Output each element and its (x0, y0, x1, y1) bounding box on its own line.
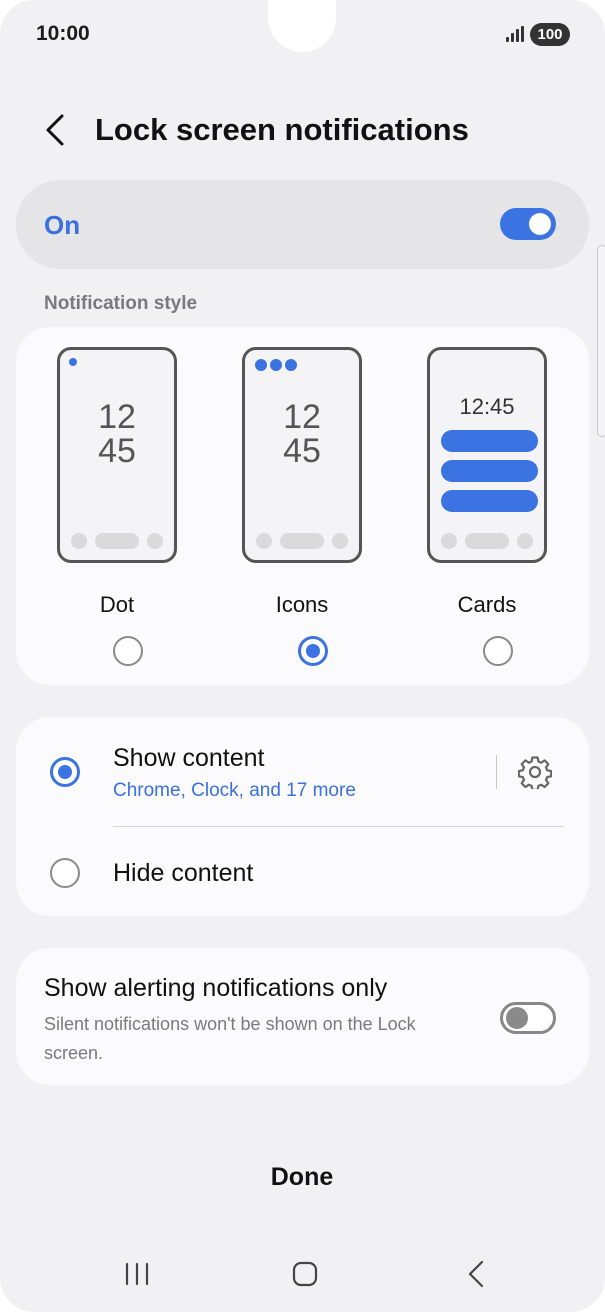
home-icon[interactable] (290, 1260, 320, 1288)
preview-clock: 12 45 (98, 398, 136, 470)
icons-preview: 12 45 (242, 347, 362, 563)
nav-back-icon[interactable] (462, 1260, 492, 1288)
notification-card-bar (441, 460, 538, 482)
show-content-radio[interactable] (50, 757, 80, 787)
notification-icons-icon (255, 358, 300, 376)
style-icons-radio[interactable] (298, 636, 328, 666)
preview-clock: 12 45 (283, 398, 321, 470)
show-content-label[interactable]: Show content (113, 744, 265, 773)
master-toggle-row[interactable]: On (16, 180, 589, 269)
gear-icon[interactable] (518, 755, 552, 789)
master-toggle-label: On (44, 210, 81, 240)
camera-notch (268, 0, 336, 52)
style-option-dot[interactable]: 12 45 Dot (27, 327, 207, 685)
switch-knob (529, 213, 551, 235)
notification-card-bar (441, 430, 538, 452)
show-content-apps: Chrome, Clock, and 17 more (113, 780, 356, 801)
row-divider (113, 826, 564, 827)
back-icon[interactable] (42, 112, 74, 148)
done-button[interactable]: Done (202, 1155, 402, 1199)
master-toggle-switch[interactable] (500, 208, 556, 240)
battery-icon: 100 (530, 23, 570, 46)
style-cards-radio[interactable] (483, 636, 513, 666)
scrollbar[interactable] (597, 245, 605, 437)
hide-content-radio[interactable] (50, 858, 80, 888)
alerting-only-description: Silent notifications won't be shown on t… (44, 1014, 416, 1063)
content-visibility-card: Show content Chrome, Clock, and 17 more … (16, 717, 589, 916)
style-dot-radio[interactable] (113, 636, 143, 666)
style-option-icons[interactable]: 12 45 Icons (212, 327, 392, 685)
notification-dot-icon (69, 358, 77, 366)
cards-preview: 12:45 (427, 347, 547, 563)
section-label-notification-style: Notification style (44, 293, 198, 314)
status-time: 10:00 (36, 22, 90, 45)
signal-icon (506, 26, 524, 42)
notification-card-bar (441, 490, 538, 512)
alerting-only-switch[interactable] (500, 1002, 556, 1034)
switch-knob (506, 1007, 528, 1029)
alerting-only-row[interactable]: Show alerting notifications only Silent … (16, 948, 589, 1085)
style-option-cards[interactable]: 12:45 Cards (397, 327, 577, 685)
style-option-label: Cards (457, 592, 517, 617)
hide-content-label[interactable]: Hide content (113, 859, 253, 888)
notification-style-card: 12 45 Dot 12 45 Icons 12:45 Cards (16, 327, 589, 685)
preview-clock: 12:45 (459, 394, 515, 419)
recents-icon[interactable] (122, 1260, 152, 1288)
style-option-label: Dot (99, 592, 135, 617)
alerting-only-title: Show alerting notifications only (44, 974, 388, 1002)
page-title: Lock screen notifications (95, 112, 469, 147)
screen: 10:00 100 Lock screen notifications On N… (0, 0, 605, 1312)
dot-preview: 12 45 (57, 347, 177, 563)
style-option-label: Icons (275, 592, 329, 617)
divider (496, 755, 497, 789)
